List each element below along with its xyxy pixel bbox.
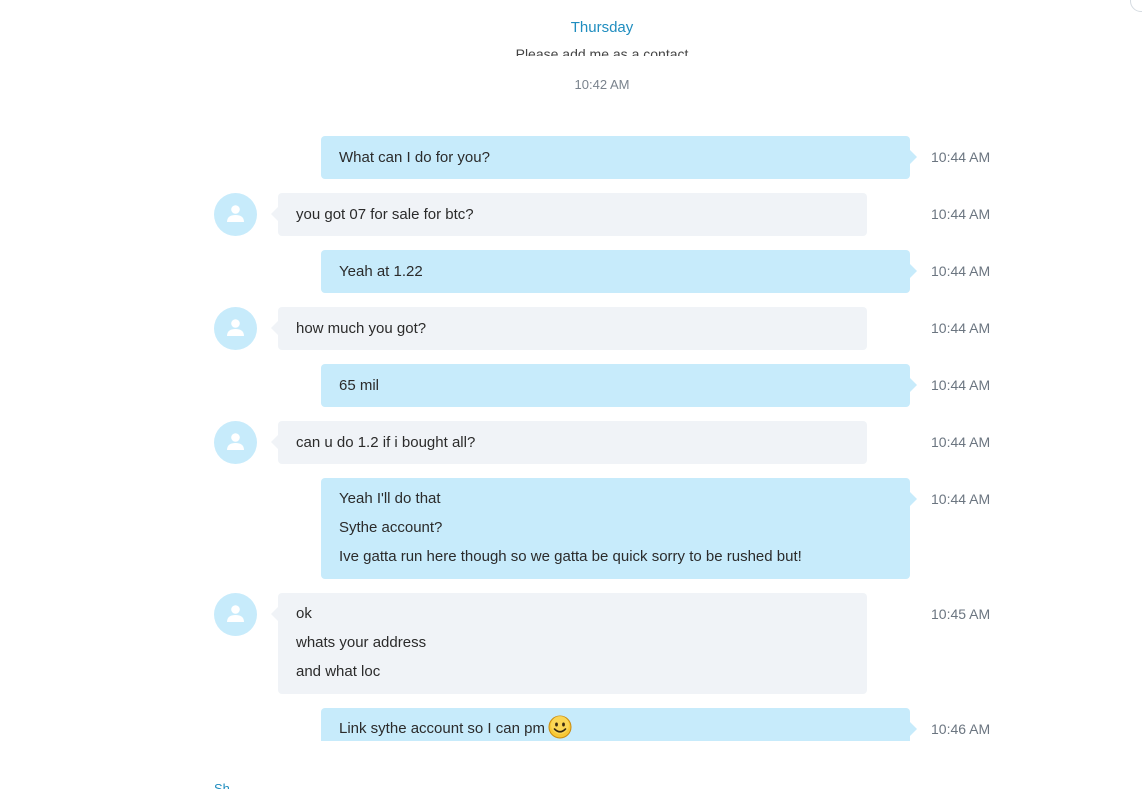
contact-avatar[interactable] <box>214 593 257 636</box>
incoming-message[interactable]: you got 07 for sale for btc? <box>271 193 867 236</box>
incoming-message[interactable]: ok whats your address and what loc <box>271 593 867 694</box>
contact-avatar[interactable] <box>214 307 257 350</box>
message-text: whats your address <box>296 634 427 651</box>
outgoing-message[interactable]: 65 mil <box>321 364 917 407</box>
message-timestamp: 10:44 AM <box>931 434 991 450</box>
message-text: you got 07 for sale for btc? <box>296 206 474 223</box>
message-text: how much you got? <box>296 320 427 337</box>
message-timestamp: 10:44 AM <box>931 263 991 279</box>
outgoing-message[interactable]: Yeah at 1.22 <box>321 250 917 293</box>
message-text: Yeah at 1.22 <box>339 263 423 280</box>
message-timestamp: 10:44 AM <box>931 149 991 165</box>
day-separator: Thursday <box>570 19 634 36</box>
incoming-message[interactable]: how much you got? <box>271 307 867 350</box>
outgoing-message[interactable]: Link sythe account so I can pm <box>321 708 917 741</box>
message-list[interactable]: Thursday Please add me as a contact 10:4… <box>0 0 1142 741</box>
contact-avatar[interactable] <box>214 421 257 464</box>
person-icon <box>227 605 244 622</box>
message-text: and what loc <box>296 663 381 680</box>
outgoing-message[interactable]: Yeah I'll do that Sythe account? Ive gat… <box>321 478 917 579</box>
smile-emoji-icon <box>548 715 572 739</box>
person-icon <box>227 433 244 450</box>
message-timestamp: 10:44 AM <box>931 206 991 222</box>
system-message: Please add me as a contact <box>0 46 1142 56</box>
message-text: Yeah I'll do that <box>339 490 441 507</box>
message-text: Ive gatta run here though so we gatta be… <box>339 548 802 565</box>
system-message-time: 10:42 AM <box>574 77 630 92</box>
message-text: What can I do for you? <box>339 149 490 166</box>
message-timestamp: 10:44 AM <box>931 377 991 393</box>
message-text: ok <box>296 605 312 622</box>
outgoing-message[interactable]: What can I do for you? <box>321 136 917 179</box>
message-timestamp: 10:45 AM <box>931 606 991 622</box>
incoming-message[interactable]: can u do 1.2 if i bought all? <box>271 421 867 464</box>
message-text: Sythe account? <box>339 519 443 536</box>
message-text: Link sythe account so I can pm <box>339 720 545 737</box>
footer-hint[interactable]: Sh <box>214 781 230 789</box>
person-icon <box>227 319 244 336</box>
message-timestamp: 10:44 AM <box>931 320 991 336</box>
footer-hint-text: Sh <box>214 781 230 789</box>
message-text: can u do 1.2 if i bought all? <box>296 434 476 451</box>
message-timestamp: 10:44 AM <box>931 491 991 507</box>
message-timestamp: 10:46 AM <box>931 721 991 737</box>
chat-conversation: Thursday Please add me as a contact 10:4… <box>0 0 1142 789</box>
message-line: Link sythe account so I can pm <box>339 714 892 741</box>
person-icon <box>227 205 244 222</box>
message-text: 65 mil <box>339 377 380 394</box>
system-message-text: Please add me as a contact <box>515 46 689 56</box>
contact-avatar[interactable] <box>214 193 257 236</box>
